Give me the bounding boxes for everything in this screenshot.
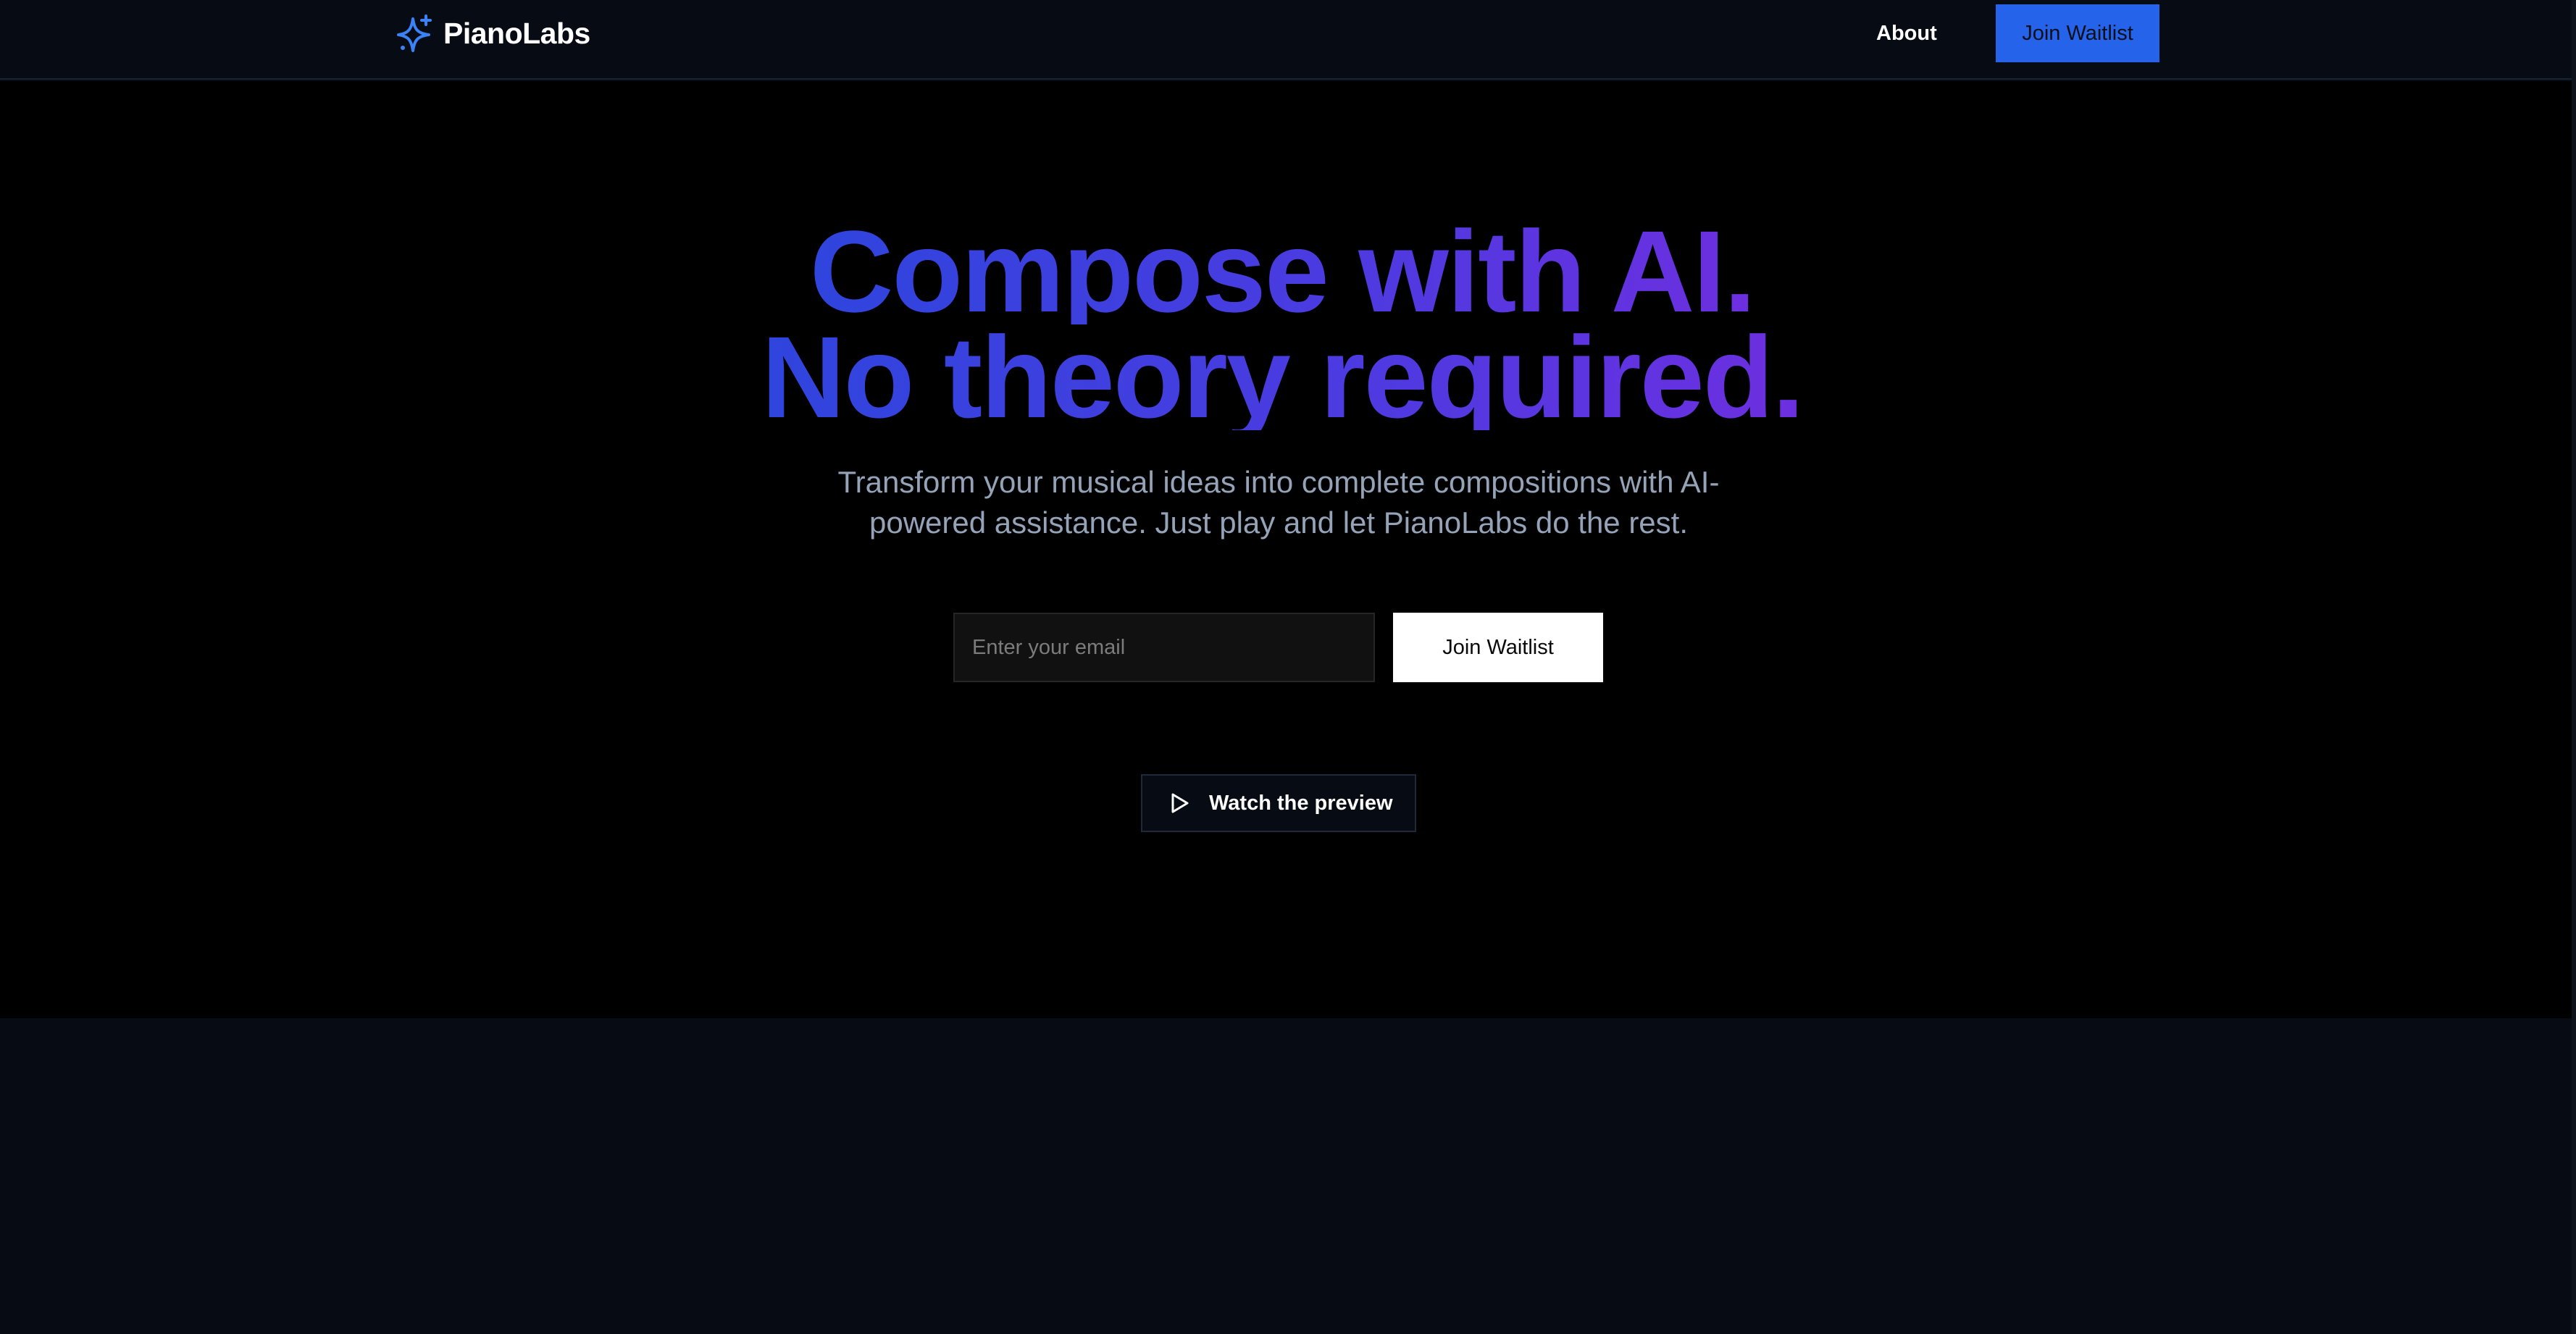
watch-preview-button[interactable]: Watch the preview — [1141, 774, 1416, 832]
headline-line-2: No theory required. — [761, 312, 1805, 442]
join-waitlist-button[interactable]: Join Waitlist — [1393, 613, 1603, 682]
page: PianoLabs About Join Waitlist Compose wi… — [0, 0, 2576, 1334]
headline-line-1: Compose with AI. — [809, 206, 1756, 336]
hero-subtitle: Transform your musical ideas into comple… — [837, 465, 1720, 540]
header-join-waitlist-button[interactable]: Join Waitlist — [1996, 4, 2159, 62]
email-input[interactable] — [953, 613, 1375, 682]
brand-name: PianoLabs — [443, 16, 590, 50]
watch-preview-label: Watch the preview — [1209, 791, 1393, 815]
hero-headline: Compose with AI. No theory required. — [0, 206, 2564, 442]
site-header: PianoLabs About Join Waitlist — [0, 0, 2576, 80]
lower-section — [0, 1018, 2576, 1334]
nav-about-link[interactable]: About — [1869, 14, 1944, 52]
hero-section: Compose with AI. No theory required. Tra… — [0, 81, 2576, 1018]
scrollbar-track[interactable] — [2572, 0, 2576, 1334]
sparkles-icon — [397, 13, 435, 54]
play-icon — [1168, 792, 1190, 814]
logo-link[interactable]: PianoLabs — [397, 13, 590, 54]
